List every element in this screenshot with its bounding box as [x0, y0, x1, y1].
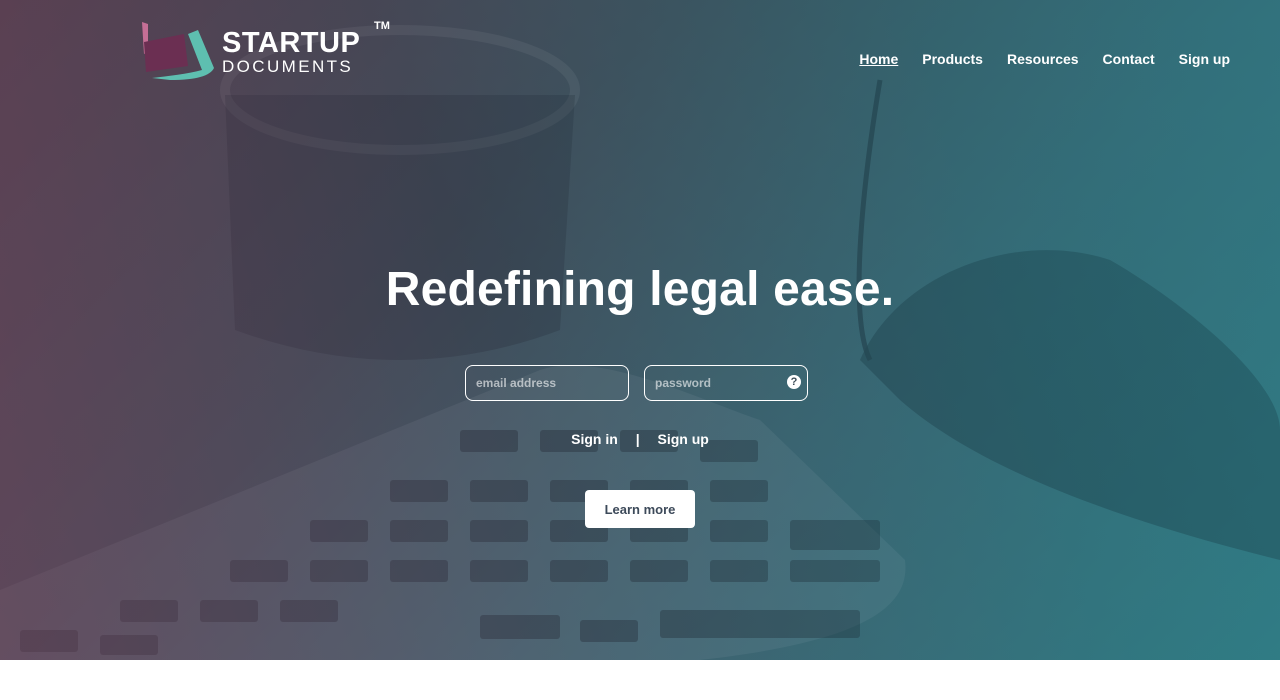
nav-link-resources[interactable]: Resources [1007, 50, 1079, 68]
nav-link-sign-up[interactable]: Sign up [1179, 50, 1230, 68]
logo-trademark: TM [374, 20, 390, 32]
brand-logo[interactable]: STARTUP TM DOCUMENTS [140, 20, 400, 82]
sign-up-link[interactable]: Sign up [658, 430, 709, 448]
learn-more-button[interactable]: Learn more [585, 490, 695, 528]
auth-links: Sign in | Sign up [0, 430, 1280, 448]
logo-mark-icon [142, 22, 214, 80]
auth-separator: | [635, 431, 640, 447]
logo-subtitle: DOCUMENTS [222, 57, 354, 76]
hero-section: STARTUP TM DOCUMENTS Home Products Resou… [0, 0, 1280, 660]
hero-color-overlay [0, 0, 1280, 660]
page-below-hero [0, 660, 1280, 700]
email-input[interactable] [466, 366, 628, 400]
logo-title: STARTUP [222, 27, 361, 59]
password-field: ? [644, 365, 808, 401]
password-input[interactable] [645, 366, 807, 400]
nav-link-home[interactable]: Home [859, 50, 898, 68]
sign-in-link[interactable]: Sign in [571, 430, 618, 448]
nav-link-contact[interactable]: Contact [1103, 50, 1155, 68]
nav-link-products[interactable]: Products [922, 50, 983, 68]
hero-headline: Redefining legal ease. [385, 263, 895, 316]
help-icon[interactable]: ? [787, 375, 801, 389]
main-nav: Home Products Resources Contact Sign up [859, 50, 1230, 68]
email-field [465, 365, 629, 401]
